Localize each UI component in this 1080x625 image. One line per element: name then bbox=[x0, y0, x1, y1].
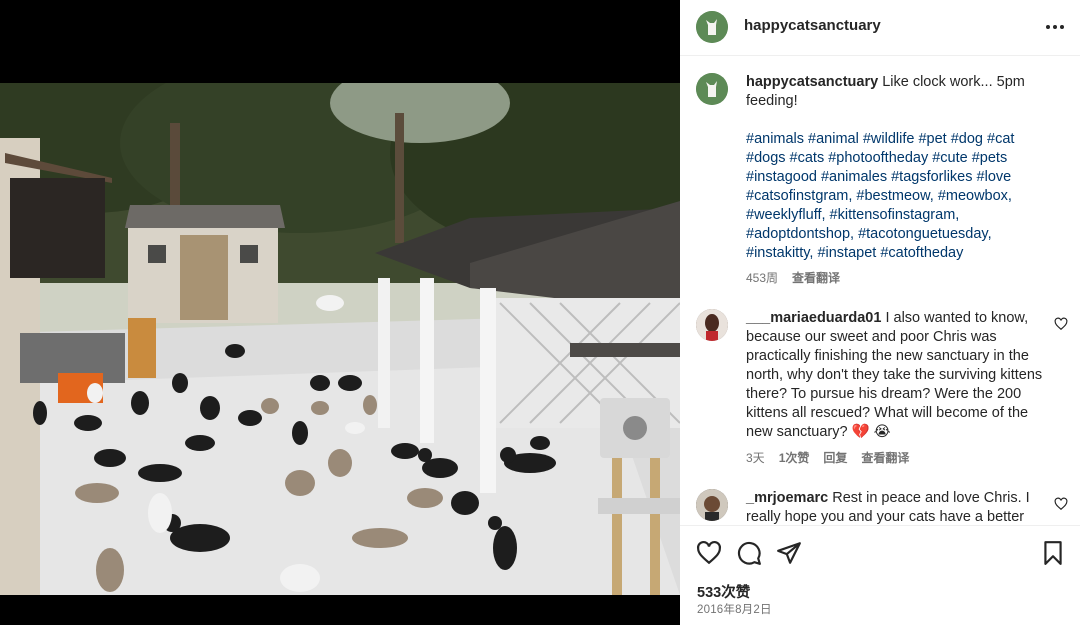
caption-meta: 453周 查看翻译 bbox=[746, 269, 840, 286]
post-media-panel bbox=[0, 0, 680, 625]
comment-text: I also wanted to know, because our sweet… bbox=[746, 310, 1043, 440]
user-photo-icon bbox=[696, 309, 728, 341]
post-actions-bar: 533次赞 2016年8月2日 bbox=[680, 525, 1080, 625]
post-photo-cats-sanctuary[interactable] bbox=[0, 83, 680, 595]
post-date[interactable]: 2016年8月2日 bbox=[697, 601, 772, 617]
post-side-panel: happycatsanctuary happycatsanctuary Like… bbox=[680, 0, 1080, 625]
more-options-icon[interactable] bbox=[1044, 16, 1066, 38]
caption-age[interactable]: 453周 bbox=[746, 269, 778, 286]
avatar[interactable] bbox=[696, 73, 728, 105]
see-translation-link[interactable]: 查看翻译 bbox=[792, 269, 840, 286]
comment-text-block: ___mariaeduarda01 I also wanted to know,… bbox=[746, 309, 1044, 442]
caption-username[interactable]: happycatsanctuary bbox=[746, 74, 878, 90]
comment-username[interactable]: _mrjoemarc bbox=[746, 490, 828, 506]
comment-likes[interactable]: 1次赞 bbox=[779, 449, 810, 466]
share-icon[interactable] bbox=[776, 540, 802, 566]
comment-icon[interactable] bbox=[736, 540, 762, 566]
comment-username[interactable]: ___mariaeduarda01 bbox=[746, 310, 881, 326]
likes-count[interactable]: 533次赞 bbox=[697, 581, 750, 602]
heart-icon[interactable] bbox=[696, 540, 722, 566]
user-photo-icon bbox=[696, 489, 728, 521]
avatar[interactable] bbox=[696, 11, 728, 43]
caption-hashtags[interactable]: #animals #animal #wildlife #pet #dog #ca… bbox=[746, 130, 1044, 263]
cat-logo-icon bbox=[696, 11, 728, 43]
comments-list: happycatsanctuary Like clock work... 5pm… bbox=[680, 57, 1080, 525]
comment-meta: 3天 1次赞 回复 查看翻译 bbox=[746, 449, 909, 466]
avatar[interactable] bbox=[696, 309, 728, 341]
cat-logo-icon bbox=[696, 73, 728, 105]
reply-button[interactable]: 回复 bbox=[823, 449, 847, 466]
post-header: happycatsanctuary bbox=[680, 0, 1080, 56]
avatar[interactable] bbox=[696, 489, 728, 521]
see-translation-link[interactable]: 查看翻译 bbox=[861, 449, 909, 466]
heart-icon[interactable] bbox=[1054, 497, 1068, 511]
header-username[interactable]: happycatsanctuary bbox=[744, 17, 881, 34]
heart-icon[interactable] bbox=[1054, 317, 1068, 331]
comment-age[interactable]: 3天 bbox=[746, 449, 765, 466]
bookmark-icon[interactable] bbox=[1040, 540, 1066, 566]
caption-text-block: happycatsanctuary Like clock work... 5pm… bbox=[746, 73, 1044, 263]
comment-text-block: _mrjoemarc Rest in peace and love Chris.… bbox=[746, 489, 1044, 525]
